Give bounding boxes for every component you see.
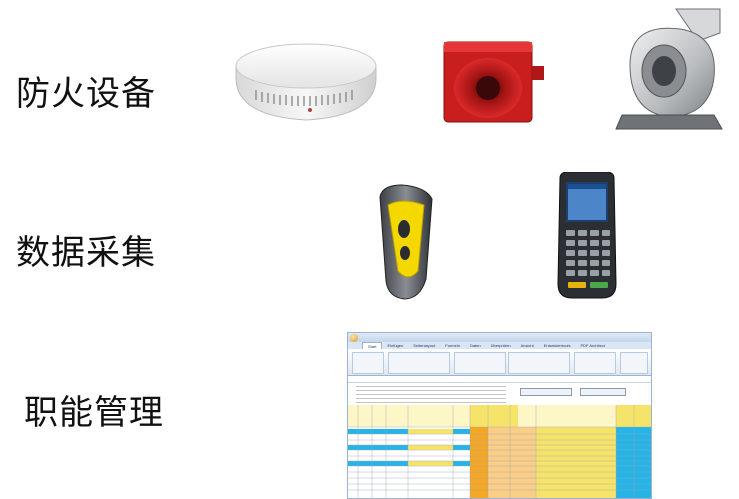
barcode-scanner-image xyxy=(379,184,433,300)
sheet-macro-button-1 xyxy=(520,388,572,396)
mobile-computer-image xyxy=(557,172,617,299)
ribbon-tab-bar: Start Einfügen Seitenlayout Formeln Date… xyxy=(348,342,651,349)
row-label-function-management: 职能管理 xyxy=(24,393,164,433)
sheet-cells xyxy=(348,405,651,498)
ribbon-tab-ueberpruefen: Überprüfen xyxy=(490,343,511,348)
sheet-grid xyxy=(348,405,651,498)
smoke-detector-image xyxy=(235,43,377,121)
ribbon-tab-start: Start xyxy=(362,342,383,349)
spreadsheet-screenshot: Start Einfügen Seitenlayout Formeln Date… xyxy=(347,332,652,499)
ribbon-tab-pdf-architect: PDF Architect xyxy=(580,343,605,348)
row-label-fire-equipment: 防火设备 xyxy=(16,74,156,114)
row-label-data-collection: 数据采集 xyxy=(16,233,156,273)
sheet-header-text xyxy=(356,383,506,403)
sheet-macro-button-2 xyxy=(580,388,626,396)
formula-bar xyxy=(348,376,651,383)
spreadsheet-title-bar xyxy=(348,333,651,342)
ribbon-tab-daten: Daten xyxy=(469,343,481,348)
ribbon-tab-formeln: Formeln xyxy=(445,343,460,348)
alarm-siren-image xyxy=(443,41,544,123)
centrifugal-fan-image xyxy=(615,8,723,130)
ribbon-tab-entwicklertools: Entwicklertools xyxy=(543,343,571,348)
ribbon-tab-einfuegen: Einfügen xyxy=(387,343,404,348)
ribbon-tab-seitenlayout: Seitenlayout xyxy=(413,343,436,348)
ribbon-tab-ansicht: Ansicht xyxy=(520,343,534,348)
ribbon-toolbar xyxy=(348,349,651,376)
office-button-icon xyxy=(350,334,358,342)
